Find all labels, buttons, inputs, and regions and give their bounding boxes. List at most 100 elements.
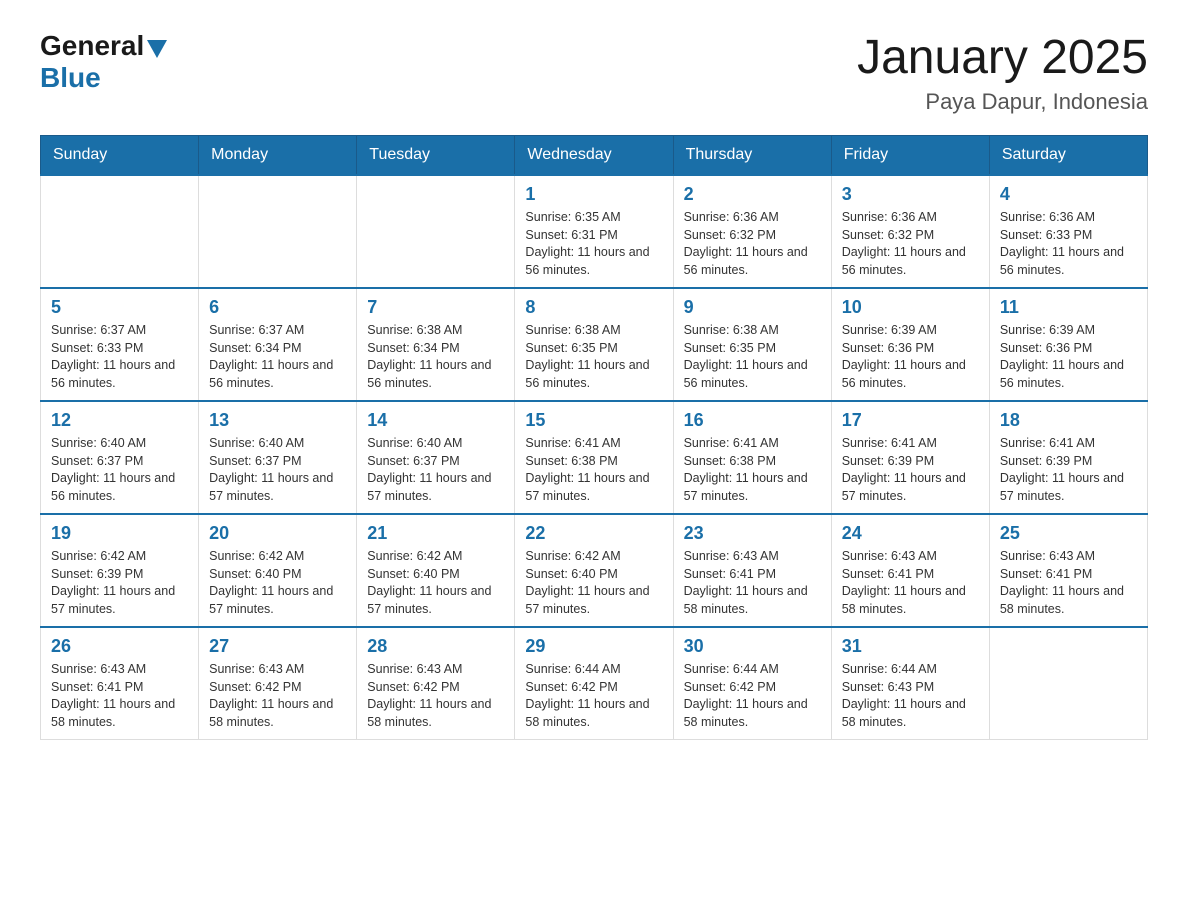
week-row-4: 19 Sunrise: 6:42 AM Sunset: 6:39 PM Dayli… — [41, 514, 1148, 627]
cell-day-number: 22 — [525, 523, 662, 544]
calendar-cell: 28 Sunrise: 6:43 AM Sunset: 6:42 PM Dayli… — [357, 627, 515, 740]
cell-day-number: 16 — [684, 410, 821, 431]
cell-day-number: 17 — [842, 410, 979, 431]
weekday-header-wednesday: Wednesday — [515, 136, 673, 176]
cell-sun-info: Sunrise: 6:40 AM Sunset: 6:37 PM Dayligh… — [209, 435, 346, 505]
calendar-cell: 1 Sunrise: 6:35 AM Sunset: 6:31 PM Daylig… — [515, 175, 673, 288]
cell-sun-info: Sunrise: 6:40 AM Sunset: 6:37 PM Dayligh… — [367, 435, 504, 505]
cell-day-number: 25 — [1000, 523, 1137, 544]
cell-day-number: 15 — [525, 410, 662, 431]
cell-day-number: 24 — [842, 523, 979, 544]
cell-sun-info: Sunrise: 6:41 AM Sunset: 6:39 PM Dayligh… — [842, 435, 979, 505]
cell-sun-info: Sunrise: 6:36 AM Sunset: 6:33 PM Dayligh… — [1000, 209, 1137, 279]
cell-sun-info: Sunrise: 6:42 AM Sunset: 6:40 PM Dayligh… — [209, 548, 346, 618]
cell-sun-info: Sunrise: 6:42 AM Sunset: 6:39 PM Dayligh… — [51, 548, 188, 618]
cell-day-number: 7 — [367, 297, 504, 318]
calendar-cell: 11 Sunrise: 6:39 AM Sunset: 6:36 PM Dayli… — [989, 288, 1147, 401]
cell-sun-info: Sunrise: 6:43 AM Sunset: 6:42 PM Dayligh… — [367, 661, 504, 731]
calendar-cell: 31Sunrise: 6:44 AM Sunset: 6:43 PM Dayli… — [831, 627, 989, 740]
calendar-cell: 6 Sunrise: 6:37 AM Sunset: 6:34 PM Daylig… — [199, 288, 357, 401]
title-section: January 2025 Paya Dapur, Indonesia — [857, 30, 1148, 115]
cell-day-number: 12 — [51, 410, 188, 431]
cell-sun-info: Sunrise: 6:36 AM Sunset: 6:32 PM Dayligh… — [842, 209, 979, 279]
week-row-3: 12 Sunrise: 6:40 AM Sunset: 6:37 PM Dayli… — [41, 401, 1148, 514]
calendar-cell: 5Sunrise: 6:37 AM Sunset: 6:33 PM Daylig… — [41, 288, 199, 401]
cell-day-number: 29 — [525, 636, 662, 657]
calendar-cell: 18 Sunrise: 6:41 AM Sunset: 6:39 PM Dayli… — [989, 401, 1147, 514]
calendar-cell: 3 Sunrise: 6:36 AM Sunset: 6:32 PM Daylig… — [831, 175, 989, 288]
calendar-cell: 8 Sunrise: 6:38 AM Sunset: 6:35 PM Daylig… — [515, 288, 673, 401]
cell-sun-info: Sunrise: 6:39 AM Sunset: 6:36 PM Dayligh… — [1000, 322, 1137, 392]
cell-sun-info: Sunrise: 6:40 AM Sunset: 6:37 PM Dayligh… — [51, 435, 188, 505]
calendar-cell — [41, 175, 199, 288]
calendar-cell: 9 Sunrise: 6:38 AM Sunset: 6:35 PM Daylig… — [673, 288, 831, 401]
calendar-cell: 17 Sunrise: 6:41 AM Sunset: 6:39 PM Dayli… — [831, 401, 989, 514]
calendar-cell: 2 Sunrise: 6:36 AM Sunset: 6:32 PM Daylig… — [673, 175, 831, 288]
cell-sun-info: Sunrise: 6:44 AM Sunset: 6:42 PM Dayligh… — [684, 661, 821, 731]
cell-day-number: 11 — [1000, 297, 1137, 318]
cell-sun-info: Sunrise: 6:35 AM Sunset: 6:31 PM Dayligh… — [525, 209, 662, 279]
cell-day-number: 19 — [51, 523, 188, 544]
calendar-cell: 26 Sunrise: 6:43 AM Sunset: 6:41 PM Dayli… — [41, 627, 199, 740]
calendar-cell: 24 Sunrise: 6:43 AM Sunset: 6:41 PM Dayli… — [831, 514, 989, 627]
cell-day-number: 2 — [684, 184, 821, 205]
logo: General Blue — [40, 30, 167, 94]
cell-sun-info: Sunrise: 6:36 AM Sunset: 6:32 PM Dayligh… — [684, 209, 821, 279]
calendar-cell: 4Sunrise: 6:36 AM Sunset: 6:33 PM Daylig… — [989, 175, 1147, 288]
cell-sun-info: Sunrise: 6:39 AM Sunset: 6:36 PM Dayligh… — [842, 322, 979, 392]
calendar-cell: 14Sunrise: 6:40 AM Sunset: 6:37 PM Dayli… — [357, 401, 515, 514]
calendar-cell: 12 Sunrise: 6:40 AM Sunset: 6:37 PM Dayli… — [41, 401, 199, 514]
weekday-header-row: SundayMondayTuesdayWednesdayThursdayFrid… — [41, 136, 1148, 176]
calendar-cell: 10 Sunrise: 6:39 AM Sunset: 6:36 PM Dayli… — [831, 288, 989, 401]
cell-day-number: 8 — [525, 297, 662, 318]
cell-day-number: 30 — [684, 636, 821, 657]
cell-day-number: 1 — [525, 184, 662, 205]
weekday-header-thursday: Thursday — [673, 136, 831, 176]
month-title: January 2025 — [857, 30, 1148, 85]
cell-sun-info: Sunrise: 6:43 AM Sunset: 6:41 PM Dayligh… — [842, 548, 979, 618]
cell-sun-info: Sunrise: 6:43 AM Sunset: 6:41 PM Dayligh… — [51, 661, 188, 731]
weekday-header-monday: Monday — [199, 136, 357, 176]
week-row-5: 26 Sunrise: 6:43 AM Sunset: 6:41 PM Dayli… — [41, 627, 1148, 740]
calendar-cell: 7Sunrise: 6:38 AM Sunset: 6:34 PM Daylig… — [357, 288, 515, 401]
cell-sun-info: Sunrise: 6:43 AM Sunset: 6:42 PM Dayligh… — [209, 661, 346, 731]
cell-sun-info: Sunrise: 6:38 AM Sunset: 6:35 PM Dayligh… — [525, 322, 662, 392]
logo-blue-text: Blue — [40, 62, 167, 94]
calendar-cell — [357, 175, 515, 288]
cell-sun-info: Sunrise: 6:37 AM Sunset: 6:33 PM Dayligh… — [51, 322, 188, 392]
logo-general-text: General — [40, 30, 144, 62]
cell-sun-info: Sunrise: 6:42 AM Sunset: 6:40 PM Dayligh… — [367, 548, 504, 618]
calendar-cell: 16 Sunrise: 6:41 AM Sunset: 6:38 PM Dayli… — [673, 401, 831, 514]
cell-sun-info: Sunrise: 6:41 AM Sunset: 6:38 PM Dayligh… — [684, 435, 821, 505]
cell-day-number: 23 — [684, 523, 821, 544]
cell-day-number: 28 — [367, 636, 504, 657]
cell-day-number: 10 — [842, 297, 979, 318]
cell-sun-info: Sunrise: 6:44 AM Sunset: 6:42 PM Dayligh… — [525, 661, 662, 731]
calendar-cell — [989, 627, 1147, 740]
calendar-cell: 29 Sunrise: 6:44 AM Sunset: 6:42 PM Dayli… — [515, 627, 673, 740]
calendar-cell — [199, 175, 357, 288]
weekday-header-friday: Friday — [831, 136, 989, 176]
cell-day-number: 18 — [1000, 410, 1137, 431]
calendar-cell: 19 Sunrise: 6:42 AM Sunset: 6:39 PM Dayli… — [41, 514, 199, 627]
calendar-cell: 27Sunrise: 6:43 AM Sunset: 6:42 PM Dayli… — [199, 627, 357, 740]
weekday-header-saturday: Saturday — [989, 136, 1147, 176]
calendar-cell: 23 Sunrise: 6:43 AM Sunset: 6:41 PM Dayli… — [673, 514, 831, 627]
calendar-cell: 30 Sunrise: 6:44 AM Sunset: 6:42 PM Dayli… — [673, 627, 831, 740]
cell-sun-info: Sunrise: 6:38 AM Sunset: 6:35 PM Dayligh… — [684, 322, 821, 392]
cell-sun-info: Sunrise: 6:43 AM Sunset: 6:41 PM Dayligh… — [1000, 548, 1137, 618]
calendar-cell: 15Sunrise: 6:41 AM Sunset: 6:38 PM Dayli… — [515, 401, 673, 514]
cell-sun-info: Sunrise: 6:42 AM Sunset: 6:40 PM Dayligh… — [525, 548, 662, 618]
cell-sun-info: Sunrise: 6:37 AM Sunset: 6:34 PM Dayligh… — [209, 322, 346, 392]
calendar-cell: 20Sunrise: 6:42 AM Sunset: 6:40 PM Dayli… — [199, 514, 357, 627]
cell-day-number: 3 — [842, 184, 979, 205]
cell-day-number: 9 — [684, 297, 821, 318]
cell-day-number: 6 — [209, 297, 346, 318]
cell-sun-info: Sunrise: 6:41 AM Sunset: 6:39 PM Dayligh… — [1000, 435, 1137, 505]
cell-day-number: 26 — [51, 636, 188, 657]
cell-sun-info: Sunrise: 6:43 AM Sunset: 6:41 PM Dayligh… — [684, 548, 821, 618]
logo-triangle-icon — [147, 40, 167, 58]
calendar-cell: 21Sunrise: 6:42 AM Sunset: 6:40 PM Dayli… — [357, 514, 515, 627]
weekday-header-sunday: Sunday — [41, 136, 199, 176]
calendar-cell: 13Sunrise: 6:40 AM Sunset: 6:37 PM Dayli… — [199, 401, 357, 514]
